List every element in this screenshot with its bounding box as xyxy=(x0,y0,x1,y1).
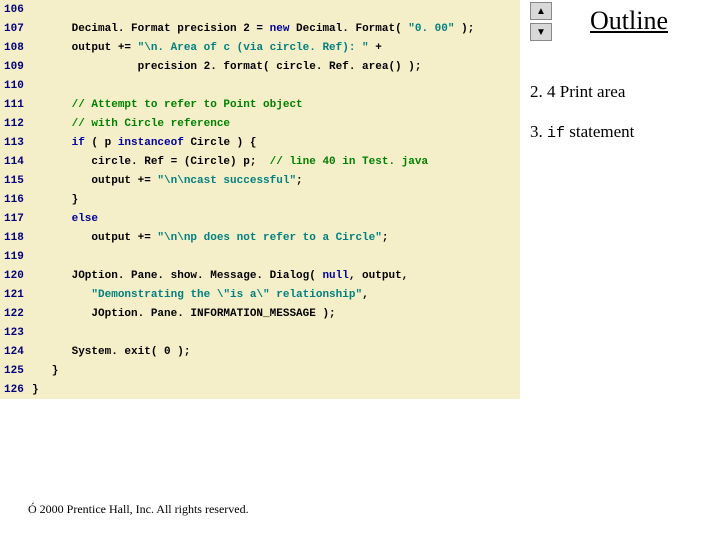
line-number: 113 xyxy=(0,137,32,149)
line-number: 126 xyxy=(0,384,32,396)
code-row: 117 else xyxy=(0,209,520,228)
code-row: 126} xyxy=(0,380,520,399)
line-number: 109 xyxy=(0,61,32,73)
line-number: 124 xyxy=(0,346,32,358)
code-content: output += "\n\np does not refer to a Cir… xyxy=(32,232,520,244)
line-number: 110 xyxy=(0,80,32,92)
line-number: 122 xyxy=(0,308,32,320)
code-content: circle. Ref = (Circle) p; // line 40 in … xyxy=(32,156,520,168)
code-row: 108 output += "\n. Area of c (via circle… xyxy=(0,38,520,57)
code-content: } xyxy=(32,384,520,396)
line-number: 123 xyxy=(0,327,32,339)
code-row: 121 "Demonstrating the \"is a\" relation… xyxy=(0,285,520,304)
line-number: 107 xyxy=(0,23,32,35)
code-row: 113 if ( p instanceof Circle ) { xyxy=(0,133,520,152)
copyright-symbol: Ó xyxy=(28,502,37,516)
nav-down-button[interactable]: ▼ xyxy=(530,23,552,41)
code-row: 124 System. exit( 0 ); xyxy=(0,342,520,361)
code-content: Decimal. Format precision 2 = new Decima… xyxy=(32,23,520,35)
code-content: } xyxy=(32,365,520,377)
code-row: 123 xyxy=(0,323,520,342)
nav-buttons: ▲ ▼ xyxy=(530,2,552,44)
line-number: 108 xyxy=(0,42,32,54)
code-row: 119 xyxy=(0,247,520,266)
code-row: 109 precision 2. format( circle. Ref. ar… xyxy=(0,57,520,76)
line-number: 121 xyxy=(0,289,32,301)
line-number: 114 xyxy=(0,156,32,168)
copyright-footer: Ó 2000 Prentice Hall, Inc. All rights re… xyxy=(28,502,249,517)
code-content: JOption. Pane. show. Message. Dialog( nu… xyxy=(32,270,520,282)
code-row: 118 output += "\n\np does not refer to a… xyxy=(0,228,520,247)
outline-note-if-statement: 3. if statement xyxy=(530,122,634,142)
code-row: 111 // Attempt to refer to Point object xyxy=(0,95,520,114)
outline-note-print-area: 2. 4 Print area xyxy=(530,82,625,102)
line-number: 116 xyxy=(0,194,32,206)
code-content: } xyxy=(32,194,520,206)
code-content: else xyxy=(32,213,520,225)
line-number: 120 xyxy=(0,270,32,282)
line-number: 112 xyxy=(0,118,32,130)
code-content: if ( p instanceof Circle ) { xyxy=(32,137,520,149)
code-content: JOption. Pane. INFORMATION_MESSAGE ); xyxy=(32,308,520,320)
note2-prefix: 3. xyxy=(530,122,547,141)
note2-code: if xyxy=(547,125,565,142)
line-number: 119 xyxy=(0,251,32,263)
line-number: 118 xyxy=(0,232,32,244)
code-row: 122 JOption. Pane. INFORMATION_MESSAGE )… xyxy=(0,304,520,323)
code-row: 114 circle. Ref = (Circle) p; // line 40… xyxy=(0,152,520,171)
line-number: 125 xyxy=(0,365,32,377)
code-content: precision 2. format( circle. Ref. area()… xyxy=(32,61,520,73)
code-content: // Attempt to refer to Point object xyxy=(32,99,520,111)
code-content: output += "\n\ncast successful"; xyxy=(32,175,520,187)
line-number: 106 xyxy=(0,4,32,16)
up-arrow-icon: ▲ xyxy=(536,6,546,17)
code-row: 115 output += "\n\ncast successful"; xyxy=(0,171,520,190)
line-number: 115 xyxy=(0,175,32,187)
code-row: 106 xyxy=(0,0,520,19)
code-content: // with Circle reference xyxy=(32,118,520,130)
code-row: 110 xyxy=(0,76,520,95)
code-content: System. exit( 0 ); xyxy=(32,346,520,358)
code-content: output += "\n. Area of c (via circle. Re… xyxy=(32,42,520,54)
line-number: 117 xyxy=(0,213,32,225)
code-row: 120 JOption. Pane. show. Message. Dialog… xyxy=(0,266,520,285)
code-row: 112 // with Circle reference xyxy=(0,114,520,133)
outline-title: Outline xyxy=(590,6,668,36)
nav-up-button[interactable]: ▲ xyxy=(530,2,552,20)
copyright-text: 2000 Prentice Hall, Inc. All rights rese… xyxy=(37,502,249,516)
code-row: 116 } xyxy=(0,190,520,209)
code-content: "Demonstrating the \"is a\" relationship… xyxy=(32,289,520,301)
down-arrow-icon: ▼ xyxy=(536,27,546,38)
code-listing: 106 107 Decimal. Format precision 2 = new… xyxy=(0,0,520,399)
line-number: 111 xyxy=(0,99,32,111)
code-row: 107 Decimal. Format precision 2 = new De… xyxy=(0,19,520,38)
code-row: 125 } xyxy=(0,361,520,380)
note2-suffix: statement xyxy=(565,122,634,141)
